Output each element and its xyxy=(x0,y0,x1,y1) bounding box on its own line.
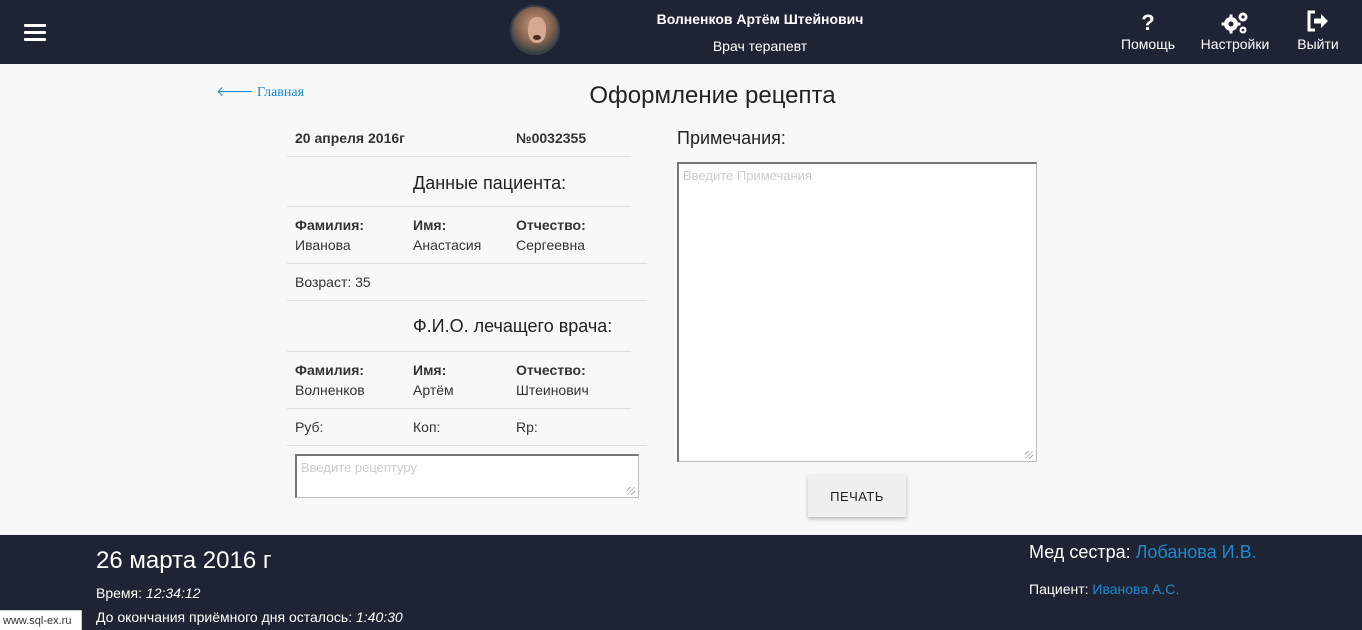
rp-label: Rp: xyxy=(516,419,538,435)
exit-label: Выйти xyxy=(1297,36,1339,52)
divider xyxy=(287,351,631,352)
doctor-section-title: Ф.И.О. лечащего врача: xyxy=(413,316,613,336)
prescription-number: №0032355 xyxy=(516,130,587,146)
time-value: 12:34:12 xyxy=(145,585,201,601)
exit-button[interactable]: Выйти xyxy=(1290,10,1346,52)
nurse-label: Мед сестра: xyxy=(1029,542,1136,562)
settings-label: Настройки xyxy=(1200,36,1270,52)
patient-patronymic-label: Отчество: xyxy=(516,217,586,233)
footer-remaining: До окончания приёмного дня осталось: 1:4… xyxy=(96,609,403,625)
patient-surname: Иванова xyxy=(295,237,351,253)
doctor-patronymic: Штеинович xyxy=(516,382,589,398)
help-button[interactable]: ? Помощь xyxy=(1118,10,1178,52)
patient-section-title: Данные пациента: xyxy=(413,173,567,193)
patient-age: Возраст: 35 xyxy=(295,274,371,290)
arrow-left-icon: 🡐 xyxy=(216,85,254,100)
avatar xyxy=(510,5,560,55)
doctor-patronymic-label: Отчество: xyxy=(516,362,586,378)
sign-out-icon xyxy=(1290,10,1346,36)
settings-button[interactable]: Настройки xyxy=(1196,10,1274,52)
divider xyxy=(287,445,647,446)
print-button[interactable]: ПЕЧАТЬ xyxy=(808,475,906,517)
question-icon: ? xyxy=(1141,10,1155,35)
user-role: Врач терапевт xyxy=(712,38,808,54)
help-label: Помощь xyxy=(1120,36,1176,52)
notes-input[interactable] xyxy=(677,162,1037,462)
patient-name-link[interactable]: Иванова А.С. xyxy=(1092,581,1179,597)
remaining-label: До окончания приёмного дня осталось: xyxy=(96,609,356,625)
patient-surname-label: Фамилия: xyxy=(295,217,365,233)
menu-icon[interactable] xyxy=(24,24,46,42)
recipe-input[interactable] xyxy=(295,454,639,498)
divider xyxy=(287,408,631,409)
site-url: www.sql-ex.ru xyxy=(0,610,82,630)
gears-icon xyxy=(1196,10,1274,36)
top-navbar: Волненков Артём Штейнович Врач терапевт … xyxy=(0,0,1362,64)
doctor-surname: Волненков xyxy=(295,382,365,398)
notes-label: Примечания: xyxy=(677,128,786,148)
footer: 26 марта 2016 г Время: 12:34:12 До оконч… xyxy=(0,535,1362,630)
patient-patronymic: Сергеевна xyxy=(516,237,586,253)
patient-name: Анастасия xyxy=(413,237,482,253)
prescription-date: 20 апреля 2016г xyxy=(295,130,405,146)
resize-handle-icon[interactable] xyxy=(1025,451,1033,459)
remaining-value: 1:40:30 xyxy=(355,609,403,625)
user-name: Волненков Артём Штейнович xyxy=(656,11,864,27)
doctor-name-label: Имя: xyxy=(413,362,447,378)
doctor-name: Артём xyxy=(413,382,454,398)
patient-info: Пациент: Иванова А.С. xyxy=(1029,581,1179,597)
nurse-name-link[interactable]: Лобанова И.В. xyxy=(1136,542,1257,562)
back-home-link[interactable]: 🡐 Главная xyxy=(216,83,304,101)
back-link-label: Главная xyxy=(257,85,305,100)
divider xyxy=(287,156,631,157)
patient-name-label: Имя: xyxy=(413,217,447,233)
time-label: Время: xyxy=(96,585,146,601)
divider xyxy=(287,300,647,301)
divider xyxy=(287,263,647,264)
nurse-info: Мед сестра: Лобанова И.В. xyxy=(1029,542,1257,563)
rub-label: Руб: xyxy=(295,419,324,435)
page-title: Оформление рецепта xyxy=(589,82,836,109)
patient-label: Пациент: xyxy=(1029,581,1093,597)
kop-label: Коп: xyxy=(413,419,441,435)
footer-date: 26 марта 2016 г xyxy=(96,547,272,574)
doctor-surname-label: Фамилия: xyxy=(295,362,365,378)
divider xyxy=(287,206,631,207)
resize-handle-icon[interactable] xyxy=(627,487,635,495)
footer-time: Время: 12:34:12 xyxy=(96,585,200,601)
